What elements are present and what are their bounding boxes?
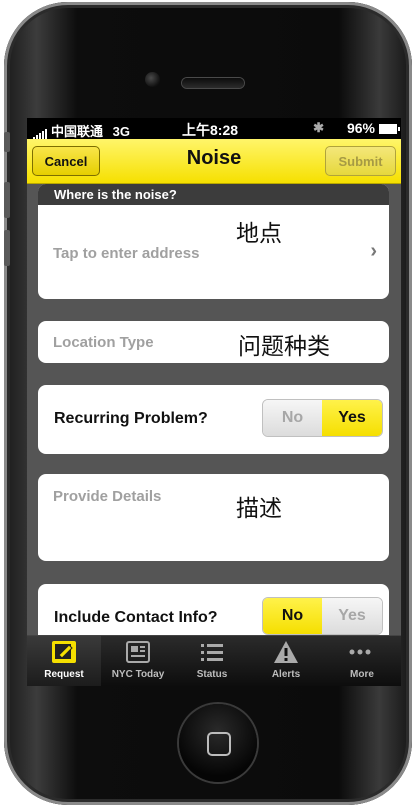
navigation-bar: Cancel Noise Submit: [27, 139, 401, 184]
front-camera: [145, 72, 160, 87]
more-dots-icon: [349, 649, 371, 655]
battery-icon: [379, 124, 400, 134]
carrier-name: 中国联通: [51, 124, 104, 139]
volume-up-button: [4, 182, 10, 218]
location-type-annotation: 问题种类: [238, 334, 330, 360]
recurring-toggle[interactable]: No Yes: [262, 399, 383, 437]
contact-info-label: Include Contact Info?: [54, 609, 218, 626]
chevron-right-icon: ›: [370, 240, 377, 262]
location-header: Where is the noise?: [38, 184, 389, 205]
bluetooth-icon: ✱: [313, 120, 324, 135]
status-bar: 中国联通 3G 上午8:28 ✱ 96%: [27, 118, 401, 141]
recurring-no-option[interactable]: No: [263, 400, 322, 436]
details-field[interactable]: Provide Details 描述: [38, 474, 389, 561]
location-card[interactable]: Where is the noise? Tap to enter address…: [38, 184, 389, 299]
battery-percent: 96%: [346, 120, 375, 136]
contact-no-option[interactable]: No: [263, 598, 322, 634]
location-type-field[interactable]: Location Type 问题种类: [38, 321, 389, 363]
tab-nyc-today-label: NYC Today: [111, 669, 165, 680]
details-annotation: 描述: [236, 496, 282, 522]
location-type-placeholder: Location Type: [53, 334, 154, 351]
contact-toggle[interactable]: No Yes: [262, 597, 383, 635]
tab-more-label: More: [350, 669, 374, 680]
mute-switch: [4, 132, 10, 152]
earpiece-speaker: [182, 78, 244, 88]
tab-bar: Request NYC Today Status Alerts More: [27, 635, 401, 686]
newspaper-icon: [126, 641, 150, 663]
list-icon: [201, 644, 223, 661]
tab-status-label: Status: [196, 669, 228, 680]
address-placeholder: Tap to enter address: [53, 245, 200, 262]
contact-yes-option[interactable]: Yes: [322, 598, 382, 634]
tab-more[interactable]: More: [323, 636, 401, 686]
recurring-problem-label: Recurring Problem?: [54, 410, 208, 427]
network-type: 3G: [112, 124, 130, 139]
warning-icon: [274, 641, 298, 663]
submit-button[interactable]: Submit: [325, 146, 396, 176]
signal-icon: [33, 125, 48, 141]
tab-alerts-label: Alerts: [271, 669, 301, 680]
tab-request-label: Request: [44, 669, 84, 680]
tab-alerts[interactable]: Alerts: [249, 636, 323, 686]
compose-icon: [52, 641, 76, 663]
tab-request[interactable]: Request: [27, 636, 101, 686]
home-square-icon: [207, 732, 231, 756]
app-screen: 中国联通 3G 上午8:28 ✱ 96% Cancel Noise Submit…: [27, 118, 401, 686]
recurring-yes-option[interactable]: Yes: [322, 400, 382, 436]
volume-down-button: [4, 230, 10, 266]
location-annotation: 地点: [236, 221, 282, 247]
status-time: 上午8:28: [182, 122, 239, 138]
details-placeholder: Provide Details: [53, 488, 162, 505]
carrier-group: 中国联通 3G: [33, 121, 130, 141]
tab-status[interactable]: Status: [175, 636, 249, 686]
tab-nyc-today[interactable]: NYC Today: [101, 636, 175, 686]
recurring-problem-card: Recurring Problem? No Yes: [38, 385, 389, 454]
